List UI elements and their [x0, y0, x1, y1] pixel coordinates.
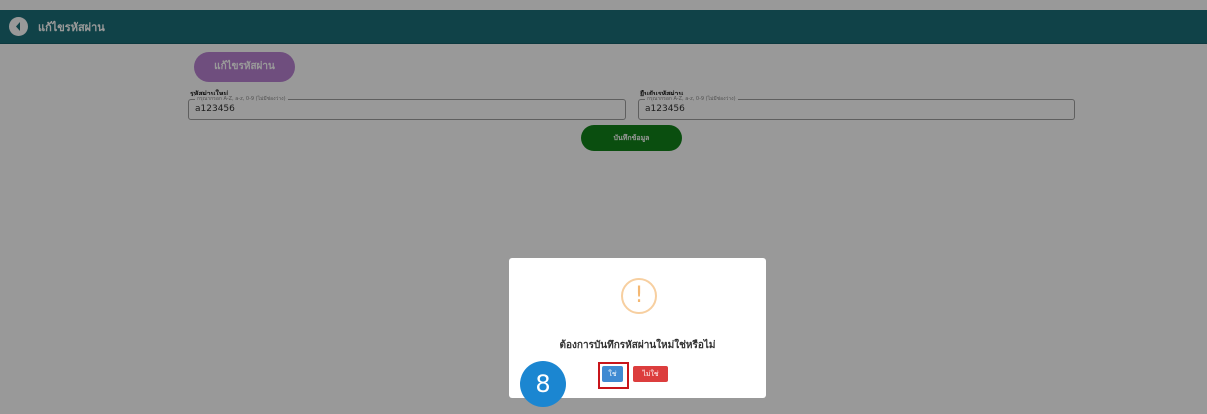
- app-frame: แก้ไขรหัสผ่าน แก้ไขรหัสผ่าน รหัสผ่านใหม่…: [0, 0, 1207, 414]
- dialog-message: ต้องการบันทึกรหัสผ่านใหม่ใช่หรือไม่: [559, 340, 716, 351]
- step-number-badge: 8: [520, 361, 566, 407]
- confirm-yes-button[interactable]: ใช่: [602, 366, 623, 382]
- confirm-no-button[interactable]: ไม่ใช่: [633, 366, 668, 382]
- warning-circle-icon: !: [621, 278, 657, 314]
